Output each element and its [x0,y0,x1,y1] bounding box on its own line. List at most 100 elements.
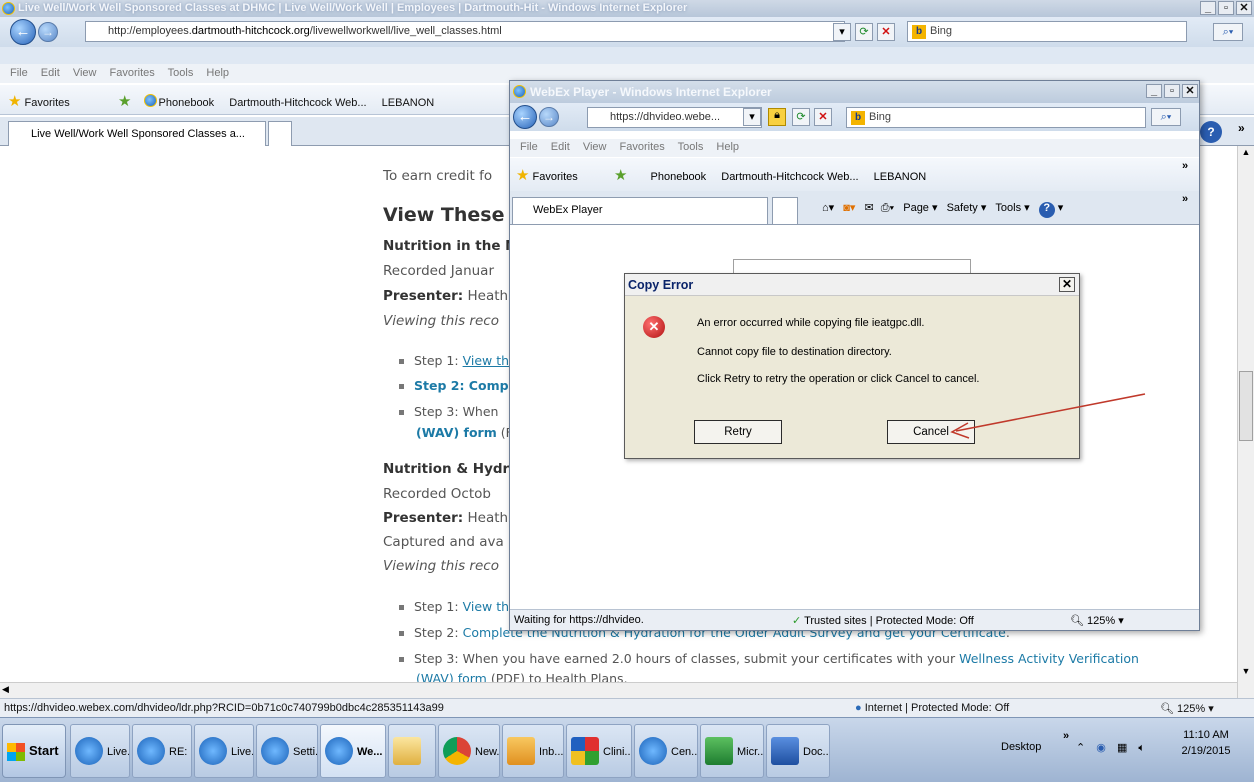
favorites-button[interactable]: ★ Favorites [8,92,70,110]
zoom-control[interactable]: 🔍︎ 125% ▾ [1160,702,1214,715]
section1-step2[interactable]: Step 2: Comp [399,378,509,393]
display-icon[interactable]: ▦ [1117,742,1127,754]
taskbar-item-ie-settings[interactable]: Setti... [256,724,318,778]
webex-cmd-safety[interactable]: Safety ▾ [947,202,987,214]
vertical-scrollbar[interactable]: ▲ ▼ [1237,146,1254,698]
taskbar-item-explorer[interactable] [388,724,436,778]
webex-menu-view[interactable]: View [583,141,607,153]
network-icon[interactable]: ◉ [1096,742,1106,754]
fav-phonebook[interactable]: Phonebook [159,97,215,109]
mail-icon[interactable]: ✉ [864,202,873,214]
section2-wellness-link[interactable]: Wellness Activity Verification [959,651,1139,666]
fav-dartmouth[interactable]: Dartmouth-Hitchcock Web... [229,97,366,109]
webex-tab[interactable]: WebEx Player [512,197,768,224]
taskbar-item-ie-live1[interactable]: Live... [70,724,130,778]
help-icon[interactable]: ? [1200,121,1222,143]
volume-icon[interactable]: 🔈︎ [1138,742,1145,754]
address-input[interactable]: http://employees.dartmouth-hitchcock.org… [85,21,845,42]
webex-refresh-button[interactable]: ⟳ [792,108,810,126]
home-icon[interactable]: ⌂▾ [822,202,834,214]
desktop-toolbar[interactable]: Desktop [1001,741,1041,753]
webex-search-button[interactable]: ⌕▾ [1151,108,1181,126]
search-button[interactable]: ⌕▾ [1213,23,1243,41]
taskbar-item-clinical[interactable]: Clini... [566,724,632,778]
webex-close-button[interactable]: ✕ [1182,84,1198,98]
webex-add-favorite-icon[interactable]: ★ [614,167,627,184]
webex-menu-favorites[interactable]: Favorites [620,141,665,153]
webex-fav-phonebook[interactable]: Phonebook [651,171,707,183]
scroll-up-icon[interactable]: ▲ [1239,147,1253,161]
refresh-button[interactable]: ⟳ [855,23,873,41]
clock[interactable]: 11:10 AM 2/19/2015 [1170,729,1242,757]
webex-maximize-button[interactable]: ▫ [1164,84,1180,98]
taskbar-item-excel[interactable]: Micr... [700,724,764,778]
globe-icon: ● [855,702,862,714]
webex-menu-tools[interactable]: Tools [678,141,704,153]
new-tab-button[interactable] [268,121,292,146]
taskbar-item-ie-re[interactable]: RE: ... [132,724,192,778]
menu-help[interactable]: Help [206,67,229,79]
webex-zoom-control[interactable]: 🔍︎ 125% ▾ [1070,614,1124,627]
feeds-icon[interactable]: ◙▾ [843,202,855,214]
horizontal-scrollbar[interactable]: ◀ [0,682,1237,698]
address-dropdown-button[interactable]: ▾ [833,23,851,41]
dialog-close-button[interactable]: ✕ [1059,277,1075,292]
webex-favorites-button[interactable]: ★ Favorites [516,166,578,184]
tab-live-well[interactable]: Live Well/Work Well Sponsored Classes a.… [8,121,266,146]
zoom-level: 125% [1177,703,1206,715]
webex-menu-edit[interactable]: Edit [551,141,570,153]
retry-button[interactable]: Retry [694,420,782,444]
maximize-button[interactable]: ▫ [1218,1,1234,15]
webex-tab-overflow-icon[interactable]: » [1182,193,1188,205]
tray-expand-icon[interactable]: ⌃ [1076,742,1085,754]
back-button[interactable]: ← [10,19,36,45]
webex-fav-lebanon[interactable]: LEBANON [874,171,927,183]
taskbar-item-outlook[interactable]: Inb... [502,724,564,778]
webex-cmd-tools[interactable]: Tools ▾ [995,202,1029,214]
webex-minimize-button[interactable]: _ [1146,84,1162,98]
taskbar-item-chrome[interactable]: New... [438,724,500,778]
webex-new-tab-button[interactable] [772,197,798,224]
webex-menu-file[interactable]: File [520,141,538,153]
webex-ie-icon [513,85,526,98]
webex-back-button[interactable]: ← [513,105,537,129]
menu-favorites[interactable]: Favorites [110,67,155,79]
section1-wav-link[interactable]: (WAV) form [416,425,497,440]
section2-step1-link[interactable]: View th [463,599,509,614]
toolbar-overflow-icon[interactable]: » [1238,121,1245,135]
close-button[interactable]: ✕ [1236,1,1252,15]
taskbar-item-ie-webex[interactable]: We... [320,724,386,778]
webex-address-dropdown[interactable]: ▾ [743,108,761,126]
menu-edit[interactable]: Edit [41,67,60,79]
forward-button[interactable]: → [38,22,58,42]
webex-menu-help[interactable]: Help [716,141,739,153]
webex-stop-button[interactable]: ✕ [814,108,832,126]
desktop-overflow-icon[interactable]: » [1063,730,1069,742]
lock-icon[interactable]: 🔒︎ [768,108,786,126]
webex-address-input[interactable]: https://dhvideo.webe... [587,107,762,128]
section1-step1-link[interactable]: View th [463,353,509,368]
section2-wav-link[interactable]: (WAV) form [416,671,487,682]
webex-cmd-page[interactable]: Page ▾ [903,202,937,214]
stop-button[interactable]: ✕ [877,23,895,41]
minimize-button[interactable]: _ [1200,1,1216,15]
menu-tools[interactable]: Tools [168,67,194,79]
taskbar-item-ie-cen[interactable]: Cen... [634,724,698,778]
webex-forward-button[interactable]: → [539,107,559,127]
scroll-down-icon[interactable]: ▼ [1239,666,1253,680]
scroll-left-icon[interactable]: ◀ [2,684,9,695]
start-button[interactable]: Start [2,724,66,778]
print-icon[interactable]: ⎙▾ [881,202,894,214]
webex-fav-dartmouth[interactable]: Dartmouth-Hitchcock Web... [721,171,858,183]
taskbar-item-ie-live2[interactable]: Live... [194,724,254,778]
add-favorite-icon[interactable]: ★ [118,93,131,110]
webex-fav-overflow-icon[interactable]: » [1182,160,1188,172]
webex-search-input[interactable]: Bing [846,107,1146,128]
scrollbar-thumb[interactable] [1239,371,1253,441]
menu-view[interactable]: View [73,67,97,79]
fav-lebanon[interactable]: LEBANON [382,97,435,109]
search-input[interactable]: Bing [907,21,1187,42]
taskbar-item-word[interactable]: Doc... [766,724,830,778]
webex-help-icon[interactable]: ? [1038,202,1055,218]
menu-file[interactable]: File [10,67,28,79]
